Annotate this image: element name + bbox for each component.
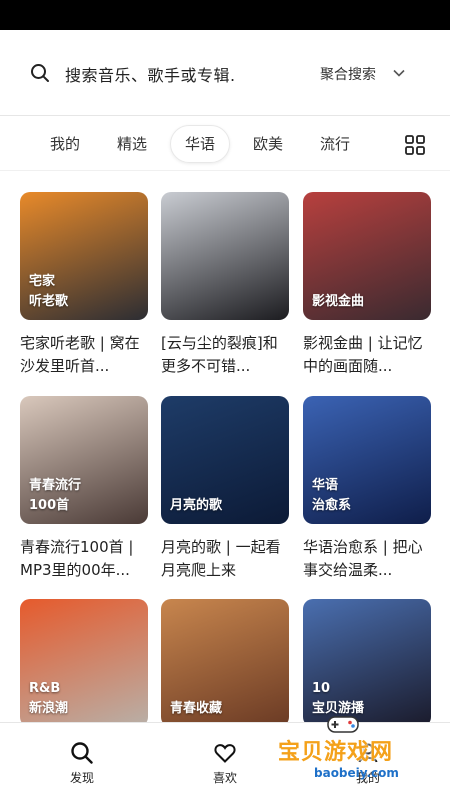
playlist-cover-label: 月亮的歌 xyxy=(170,498,223,513)
search-bar[interactable]: 搜索音乐、歌手或专辑. 聚合搜索 xyxy=(0,30,450,116)
gamepad-icon xyxy=(327,716,359,733)
playlist-card[interactable]: 宅家 听老歌宅家听老歌 | 窝在沙发里听首... xyxy=(20,192,148,382)
tab-mine[interactable]: 我的 xyxy=(35,117,95,171)
playlist-cover-label: 青春收藏 xyxy=(170,701,223,716)
heart-icon xyxy=(214,744,236,763)
tab-western[interactable]: 欧美 xyxy=(238,117,298,171)
playlist-cover-label: 影视金曲 xyxy=(312,294,365,309)
playlist-cover-label: 青春流行 100首 xyxy=(29,478,82,513)
status-bar xyxy=(0,0,450,30)
playlist-card[interactable]: 青春流行 100首青春流行100首 | MP3里的00年... xyxy=(20,396,148,586)
tab-chinese[interactable]: 华语 xyxy=(170,117,230,171)
playlist-card[interactable]: 华语 治愈系华语治愈系 | 把心事交给温柔... xyxy=(303,396,431,586)
search-mode-dropdown[interactable]: 聚合搜索 xyxy=(320,64,376,84)
playlist-cover[interactable]: 青春流行 100首 xyxy=(20,396,148,524)
playlist-cover[interactable]: 月亮的歌 xyxy=(161,396,289,524)
search-icon xyxy=(71,742,93,764)
playlist-cover[interactable]: 宅家 听老歌 xyxy=(20,192,148,320)
playlist-card[interactable]: 10 宝贝游播 xyxy=(303,599,431,727)
search-input[interactable]: 搜索音乐、歌手或专辑. xyxy=(65,62,236,86)
category-tabs: 我的 精选 华语 欧美 流行 xyxy=(0,117,450,171)
playlist-cover[interactable]: 华语 治愈系 xyxy=(303,396,431,524)
playlist-title[interactable]: 青春流行100首 | MP3里的00年... xyxy=(20,536,148,582)
playlist-cover[interactable] xyxy=(161,192,289,320)
nav-label: 喜欢 xyxy=(212,771,237,785)
playlist-cover-label: 宅家 听老歌 xyxy=(29,274,69,309)
playlist-card[interactable]: 青春收藏 xyxy=(161,599,289,727)
playlist-title[interactable]: 月亮的歌 | 一起看月亮爬上来 xyxy=(161,536,289,582)
playlist-title[interactable]: 华语治愈系 | 把心事交给温柔... xyxy=(303,536,431,582)
watermark-url: baobeiy.com xyxy=(314,766,399,780)
nav-label: 发现 xyxy=(69,771,94,785)
playlist-cover[interactable]: R&B 新浪潮 xyxy=(20,599,148,727)
playlist-cover[interactable]: 青春收藏 xyxy=(161,599,289,727)
playlist-title[interactable]: 宅家听老歌 | 窝在沙发里听首... xyxy=(20,332,148,378)
watermark: 宝贝游戏网 baobeiy.com xyxy=(270,710,420,796)
playlist-title[interactable]: 影视金曲 | 让记忆中的画面随... xyxy=(303,332,431,378)
search-icon xyxy=(31,64,49,82)
playlist-card[interactable]: 影视金曲影视金曲 | 让记忆中的画面随... xyxy=(303,192,431,382)
playlist-cover-label: 华语 治愈系 xyxy=(312,478,352,513)
playlist-cover[interactable]: 影视金曲 xyxy=(303,192,431,320)
grid-icon[interactable] xyxy=(404,134,426,156)
playlist-card[interactable]: R&B 新浪潮 xyxy=(20,599,148,727)
watermark-text: 宝贝游戏网 xyxy=(278,740,394,765)
nav-favorites[interactable]: 喜欢 xyxy=(185,723,265,800)
playlist-card[interactable]: 月亮的歌月亮的歌 | 一起看月亮爬上来 xyxy=(161,396,289,586)
playlist-cover[interactable]: 10 宝贝游播 xyxy=(303,599,431,727)
nav-discover[interactable]: 发现 xyxy=(42,723,122,800)
chevron-down-icon[interactable] xyxy=(392,66,406,80)
playlist-title[interactable]: [云与尘的裂痕]和更多不可错... xyxy=(161,332,289,378)
playlist-card[interactable]: [云与尘的裂痕]和更多不可错... xyxy=(161,192,289,382)
tab-pop[interactable]: 流行 xyxy=(305,117,365,171)
playlist-cover-label: R&B 新浪潮 xyxy=(29,681,69,716)
tab-featured[interactable]: 精选 xyxy=(102,117,162,171)
